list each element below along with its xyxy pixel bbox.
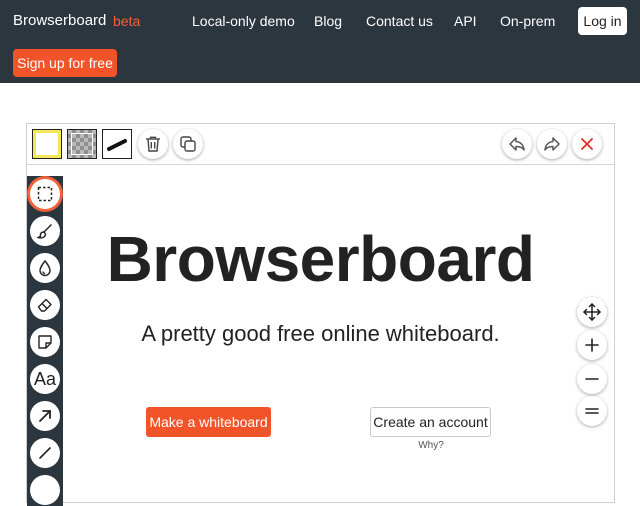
line-icon[interactable] [30, 438, 60, 468]
make-whiteboard-button[interactable]: Make a whiteboard [146, 407, 271, 437]
trash-icon[interactable] [138, 129, 168, 159]
nav-link-blog[interactable]: Blog [314, 13, 342, 29]
text-tool-label: Aa [33, 368, 57, 389]
top-navbar: Browserboard beta Local-only demo Blog C… [0, 0, 640, 83]
why-link[interactable]: Why? [409, 440, 453, 451]
nav-link-local-demo[interactable]: Local-only demo [192, 13, 295, 29]
reset-zoom-icon[interactable] [577, 396, 607, 426]
board-toolbar [27, 124, 614, 165]
zoom-out-icon[interactable] [577, 364, 607, 394]
nav-link-contact[interactable]: Contact us [366, 13, 433, 29]
close-icon[interactable] [572, 129, 602, 159]
redo-icon[interactable] [537, 129, 567, 159]
stroke-width-swatch[interactable] [102, 129, 132, 159]
select-icon[interactable] [30, 179, 60, 209]
whiteboard-demo[interactable]: Aa Browserboard A pretty good free onlin… [26, 123, 615, 506]
hero-subtitle: A pretty good free online whiteboard. [141, 321, 500, 346]
nav-link-api[interactable]: API [454, 13, 477, 29]
brand-name[interactable]: Browserboard [13, 12, 106, 29]
arrow-icon[interactable] [30, 401, 60, 431]
nav-link-on-prem[interactable]: On-prem [500, 13, 555, 29]
signup-button[interactable]: Sign up for free [13, 49, 117, 77]
transparent-swatch[interactable] [67, 129, 97, 159]
duplicate-icon[interactable] [173, 129, 203, 159]
text-icon[interactable]: Aa [30, 364, 60, 394]
undo-icon[interactable] [502, 129, 532, 159]
login-button[interactable]: Log in [578, 7, 627, 35]
create-account-button[interactable]: Create an account [370, 407, 491, 437]
beta-badge: beta [113, 13, 141, 29]
hero-title: Browserboard [106, 223, 535, 295]
fill-color-swatch[interactable] [32, 129, 62, 159]
